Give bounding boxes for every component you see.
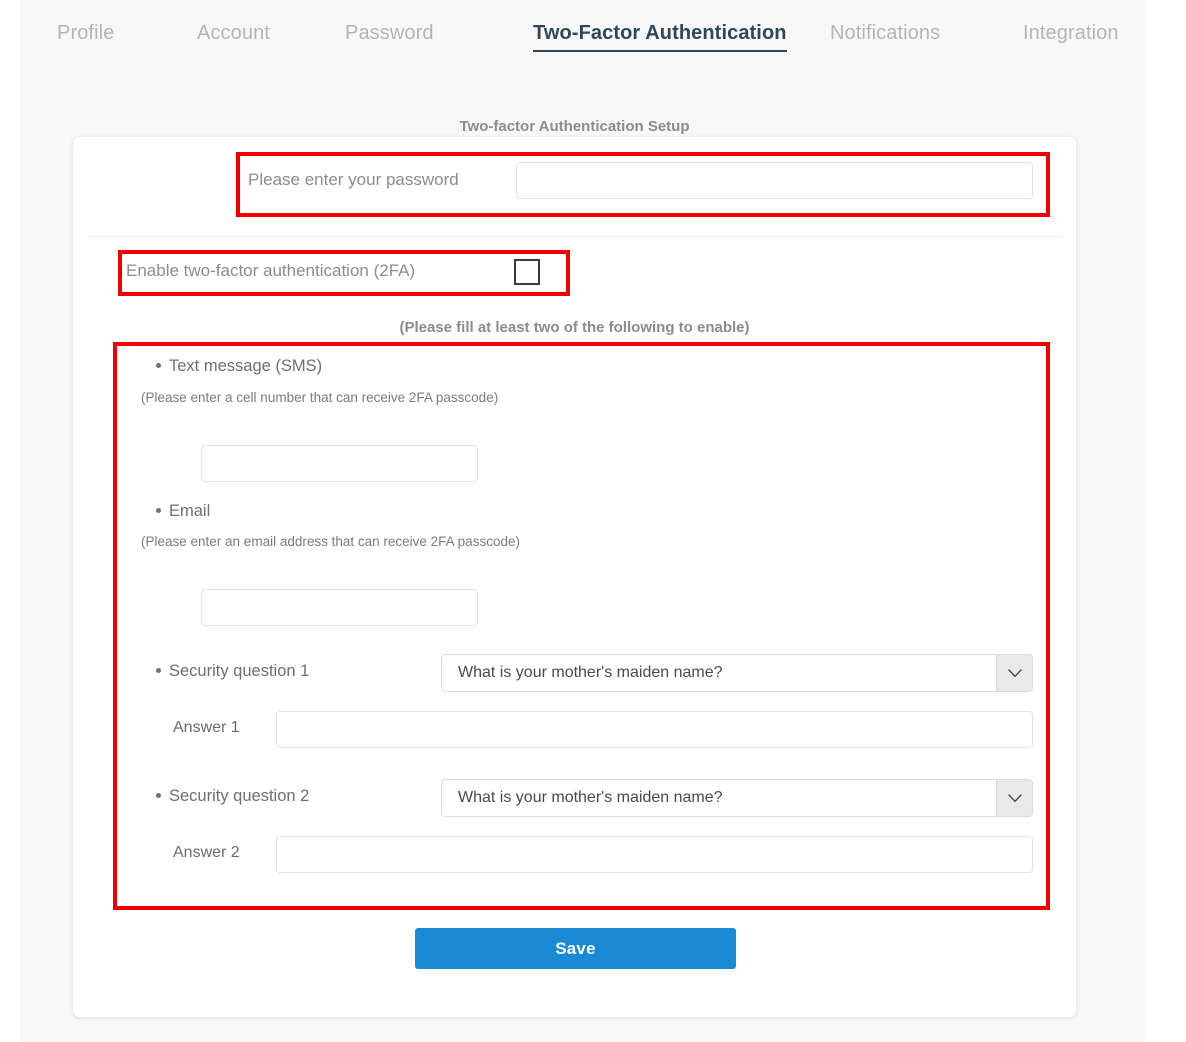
answer-2-label: Answer 2 (173, 844, 240, 861)
sms-number-input[interactable] (201, 445, 478, 482)
tab-integration[interactable]: Integration (1023, 22, 1119, 50)
security-question-1-selected-value: What is your mother's maiden name? (458, 664, 723, 681)
tab-two-factor-authentication[interactable]: Two-Factor Authentication (533, 22, 787, 52)
email-bullet-item: Email (156, 502, 210, 521)
enable-2fa-checkbox[interactable] (514, 259, 540, 285)
answer-1-input[interactable] (276, 711, 1033, 748)
email-address-input[interactable] (201, 589, 478, 626)
tab-account[interactable]: Account (197, 22, 270, 50)
setup-title: Two-factor Authentication Setup (459, 118, 690, 135)
settings-tabbar: Profile Account Password Two-Factor Auth… (20, 22, 1145, 66)
security-question-2-select[interactable]: What is your mother's maiden name? (441, 779, 1033, 817)
email-label: Email (169, 502, 211, 520)
security-question-1-label: Security question 1 (169, 662, 310, 680)
email-hint: (Please enter an email address that can … (141, 534, 520, 549)
two-factor-setup-card: Two-factor Authentication Setup Please e… (73, 118, 1076, 1017)
answer-2-input[interactable] (276, 836, 1033, 873)
save-button[interactable]: Save (415, 928, 736, 969)
tab-profile[interactable]: Profile (57, 22, 114, 50)
security-question-1-select[interactable]: What is your mother's maiden name? (441, 654, 1033, 692)
security-question-2-label: Security question 2 (169, 787, 310, 805)
settings-page: Profile Account Password Two-Factor Auth… (0, 0, 1186, 1042)
chevron-down-icon[interactable] (996, 780, 1032, 816)
tab-password[interactable]: Password (345, 22, 434, 50)
security-question-2-bullet-item: Security question 2 (156, 787, 309, 806)
password-input[interactable] (516, 162, 1033, 199)
security-question-2-selected-value: What is your mother's maiden name? (458, 789, 723, 806)
sms-bullet-item: Text message (SMS) (156, 357, 322, 376)
bullet-dot-icon (156, 507, 161, 513)
fill-at-least-two-note: (Please fill at least two of the followi… (399, 319, 750, 336)
answer-1-label: Answer 1 (173, 719, 240, 736)
tab-notifications[interactable]: Notifications (830, 22, 940, 50)
bullet-dot-icon (156, 667, 161, 673)
section-divider (87, 236, 1062, 237)
security-question-1-bullet-item: Security question 1 (156, 662, 309, 681)
sms-hint: (Please enter a cell number that can rec… (141, 390, 499, 405)
enable-2fa-label: Enable two-factor authentication (2FA) (126, 261, 416, 280)
password-label: Please enter your password (248, 170, 459, 189)
bullet-dot-icon (156, 792, 161, 798)
chevron-down-icon[interactable] (996, 655, 1032, 691)
bullet-dot-icon (156, 362, 161, 368)
sms-label: Text message (SMS) (169, 357, 323, 375)
